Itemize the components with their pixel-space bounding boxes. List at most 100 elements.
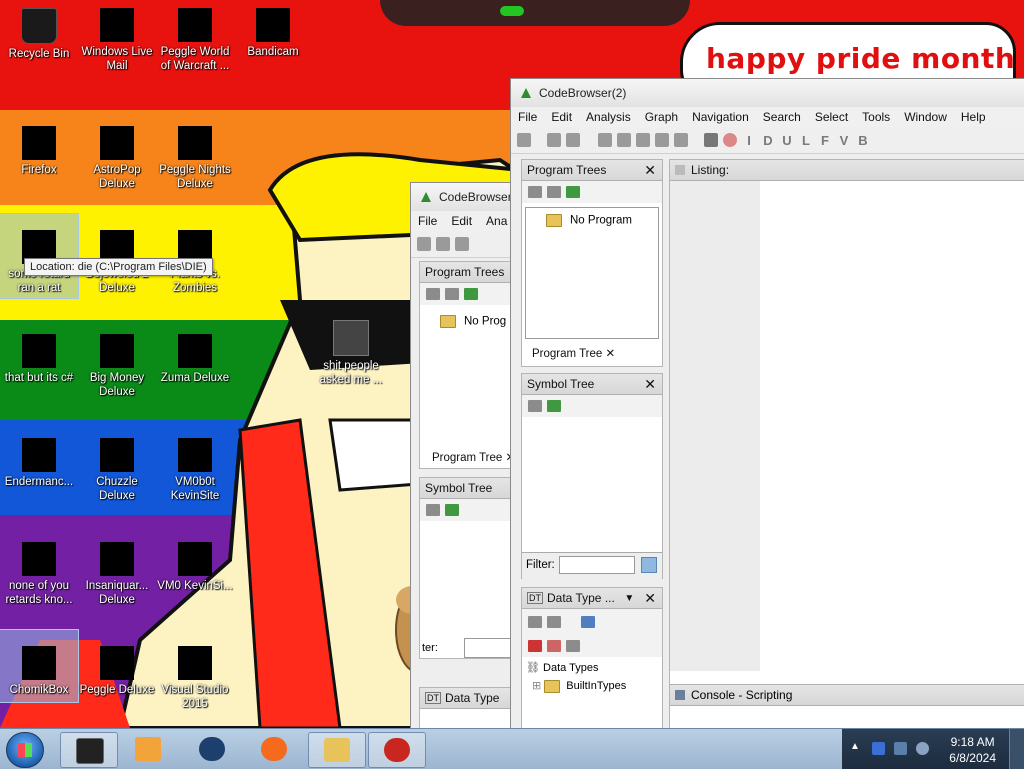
filter-input[interactable] <box>559 556 635 574</box>
down-arrow-icon[interactable] <box>704 133 718 147</box>
tab-program-tree[interactable]: Program Tree ✕ <box>432 450 515 464</box>
desktop-icon-vm0b0t[interactable]: VM0b0t KevinSite <box>156 438 234 503</box>
desktop-icon-zuma[interactable]: Zuma Deluxe <box>156 334 234 385</box>
collapse-icon[interactable] <box>566 640 580 652</box>
menu-file[interactable]: File <box>511 110 544 124</box>
menu-search[interactable]: Search <box>756 110 808 124</box>
navigate-icon[interactable] <box>655 133 669 147</box>
desktop-icon-c-sharp[interactable]: that but its c# <box>0 334 78 385</box>
close-icon[interactable]: ✕ <box>644 590 656 607</box>
toolbar-label-button[interactable]: L <box>799 133 813 148</box>
save-icon[interactable] <box>417 237 431 251</box>
folder-open-icon[interactable] <box>547 186 561 198</box>
menu-navigation[interactable]: Navigation <box>685 110 756 124</box>
console-view[interactable] <box>670 706 1024 729</box>
refresh-icon[interactable] <box>547 400 561 412</box>
desktop-icon-firefox[interactable]: Firefox <box>0 126 78 177</box>
menu-select[interactable]: Select <box>808 110 855 124</box>
clock[interactable]: 9:18 AM 6/8/2024 <box>949 734 996 766</box>
menu-edit[interactable]: Edit <box>544 110 579 124</box>
desktop-icon-windows-live-mail[interactable]: Windows Live Mail <box>78 8 156 73</box>
toolbar-value-button[interactable]: V <box>837 133 851 148</box>
filter-arrays-icon[interactable] <box>528 640 542 652</box>
desktop-icon-endermanch[interactable]: Endermanc... <box>0 438 78 489</box>
network-icon[interactable] <box>894 742 907 755</box>
menu-edit[interactable]: Edit <box>444 214 479 228</box>
archive-icon[interactable] <box>581 616 595 628</box>
refresh-icon[interactable] <box>566 186 580 198</box>
toolbar-bookmark-button[interactable]: B <box>856 133 870 148</box>
codebrowser-window-front[interactable]: CodeBrowser(2) File Edit Analysis Graph … <box>510 78 1024 730</box>
desktop-icon-folder-shit-people[interactable]: shit people asked me ... <box>312 320 390 387</box>
toolbar-instruction-button[interactable]: I <box>742 133 756 148</box>
open-tree-icon[interactable] <box>528 186 542 198</box>
desktop-icon-insaniquarium[interactable]: Insaniquar... Deluxe <box>78 542 156 607</box>
desktop-icon-none-of-you[interactable]: none of you retards kno... <box>0 542 78 607</box>
refresh-icon[interactable] <box>445 504 459 516</box>
start-button[interactable] <box>6 732 44 768</box>
folder-open-icon[interactable] <box>445 288 459 300</box>
create-symbol-icon[interactable] <box>426 504 440 516</box>
taskbar-item-app1[interactable] <box>60 732 118 768</box>
menu-analysis[interactable]: Analysis <box>579 110 638 124</box>
toolbar-data-button[interactable]: D <box>761 133 775 148</box>
desktop-icon-recycle-bin[interactable]: Recycle Bin <box>0 8 78 61</box>
back-arrow-icon[interactable] <box>528 616 542 628</box>
listing-view[interactable] <box>760 181 1024 671</box>
forward-arrow-icon[interactable] <box>547 616 561 628</box>
tree-node-builtin-types[interactable]: ⊞ BuiltInTypes <box>526 677 662 695</box>
volume-icon[interactable] <box>916 742 929 755</box>
navigate-icon[interactable] <box>617 133 631 147</box>
dropdown-arrow-icon[interactable]: ▼ <box>624 593 634 604</box>
desktop-icon-rat[interactable]: some retard ran a rat <box>0 213 79 299</box>
desktop-icon-chomikbox[interactable]: ChomikBox <box>0 629 79 703</box>
tab-program-tree[interactable]: Program Tree ✕ <box>532 346 615 360</box>
toolbar-undefined-button[interactable]: U <box>780 133 794 148</box>
taskbar-item-firefox[interactable] <box>246 732 302 766</box>
program-tree-view[interactable]: No Program <box>525 207 659 339</box>
desktop-icon-chuzzle[interactable]: Chuzzle Deluxe <box>78 438 156 503</box>
navigate-icon[interactable] <box>674 133 688 147</box>
desktop-icon-astropop[interactable]: AstroPop Deluxe <box>78 126 156 191</box>
forward-arrow-icon[interactable] <box>566 133 580 147</box>
taskbar-item-media-player[interactable] <box>120 732 176 766</box>
refresh-icon[interactable] <box>464 288 478 300</box>
taskbar-item-explorer[interactable] <box>308 732 366 768</box>
menu-window[interactable]: Window <box>897 110 954 124</box>
desktop-icon-visual-studio[interactable]: Visual Studio 2015 <box>156 646 234 711</box>
title-bar[interactable]: CodeBrowser(2) <box>511 79 1024 107</box>
game-icon <box>100 542 134 576</box>
navigate-icon[interactable] <box>636 133 650 147</box>
navigate-icon[interactable] <box>598 133 612 147</box>
desktop-icon-peggle-deluxe[interactable]: Peggle Deluxe <box>78 646 156 697</box>
menu-help[interactable]: Help <box>954 110 993 124</box>
toolbar-function-button[interactable]: F <box>818 133 832 148</box>
data-type-tree[interactable]: ⛓ Data Types ⊞ BuiltInTypes <box>522 657 662 695</box>
desktop-icon-bandicam[interactable]: Bandicam <box>234 8 312 59</box>
desktop-icon-peggle-nights[interactable]: Peggle Nights Deluxe <box>156 126 234 191</box>
tree-node-data-types[interactable]: ⛓ Data Types <box>526 659 662 677</box>
open-tree-icon[interactable] <box>426 288 440 300</box>
filter-bar: Filter: <box>522 552 662 579</box>
stop-icon[interactable] <box>723 133 737 147</box>
filter-options-icon[interactable] <box>641 557 657 573</box>
menu-graph[interactable]: Graph <box>638 110 685 124</box>
desktop-icon-vm0[interactable]: VM0 KevinSi... <box>156 542 234 593</box>
show-hidden-icons-icon[interactable]: ▲ <box>850 741 860 752</box>
save-icon[interactable] <box>517 133 531 147</box>
taskbar-item-ghidra[interactable] <box>368 732 426 768</box>
taskbar-item-globe[interactable] <box>184 732 240 766</box>
create-symbol-icon[interactable] <box>528 400 542 412</box>
shield-icon[interactable] <box>872 742 885 755</box>
filter-pointers-icon[interactable] <box>547 640 561 652</box>
desktop-icon-peggle-wow[interactable]: Peggle World of Warcraft ... <box>156 8 234 73</box>
menu-file[interactable]: File <box>411 214 444 228</box>
close-icon[interactable]: ✕ <box>644 162 656 179</box>
menu-tools[interactable]: Tools <box>855 110 897 124</box>
close-icon[interactable]: ✕ <box>644 376 656 393</box>
show-desktop-button[interactable] <box>1009 729 1024 769</box>
forward-arrow-icon[interactable] <box>455 237 469 251</box>
back-arrow-icon[interactable] <box>436 237 450 251</box>
desktop-icon-big-money[interactable]: Big Money Deluxe <box>78 334 156 399</box>
back-arrow-icon[interactable] <box>547 133 561 147</box>
